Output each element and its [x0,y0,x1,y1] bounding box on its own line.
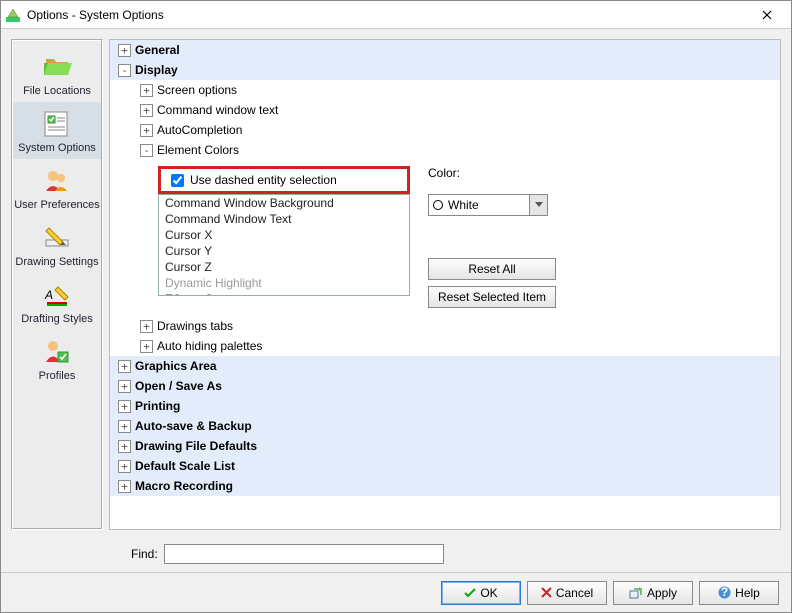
collapse-icon[interactable]: - [140,144,153,157]
user-icon [41,165,73,197]
chevron-down-icon [529,195,547,215]
tree-item-graphics-area[interactable]: + Graphics Area [110,356,780,376]
profile-icon [41,336,73,368]
list-item[interactable]: Cursor Y [159,243,409,259]
pencil-ruler-icon [41,222,73,254]
expand-icon[interactable]: + [118,420,131,433]
button-label: Cancel [556,586,593,600]
close-icon [762,10,772,20]
find-label: Find: [131,547,158,561]
sidebar-item-drawing-settings[interactable]: Drawing Settings [13,216,101,273]
folder-icon [41,51,73,83]
reset-all-button[interactable]: Reset All [428,258,556,280]
tree-item-auto-save-backup[interactable]: + Auto-save & Backup [110,416,780,436]
button-label: Help [735,586,760,600]
expand-icon[interactable]: + [118,460,131,473]
expand-icon[interactable]: + [140,104,153,117]
svg-text:A: A [44,288,53,302]
window-title: Options - System Options [27,8,747,22]
sidebar-item-label: User Preferences [13,199,101,212]
sidebar-item-file-locations[interactable]: File Locations [13,45,101,102]
expand-icon[interactable]: + [140,84,153,97]
list-item[interactable]: Cursor X [159,227,409,243]
tree-item-command-window-text[interactable]: + Command window text [110,100,780,120]
check-icon [464,587,476,599]
apply-icon [629,587,643,599]
expand-icon[interactable]: + [118,380,131,393]
options-icon [41,108,73,140]
options-tree-panel: + General - Display + Screen options + C… [109,39,781,530]
button-label: Apply [647,586,677,600]
x-icon [541,587,552,598]
dialog-footer: OK Cancel Apply ? Help [1,572,791,612]
sidebar-item-label: Drafting Styles [13,313,101,326]
reset-selected-button[interactable]: Reset Selected Item [428,286,556,308]
tree-item-open-save-as[interactable]: + Open / Save As [110,376,780,396]
use-dashed-entity-selection-checkbox[interactable] [171,174,184,187]
sidebar-item-system-options[interactable]: System Options [13,102,101,159]
expand-icon[interactable]: + [140,340,153,353]
find-row: Find: [1,540,791,572]
expand-icon[interactable]: + [118,440,131,453]
expand-icon[interactable]: + [118,480,131,493]
tree-item-general[interactable]: + General [110,40,780,60]
collapse-icon[interactable]: - [118,64,131,77]
help-icon: ? [718,586,731,599]
expand-icon[interactable]: + [118,400,131,413]
color-swatch-icon [433,200,443,210]
tree-item-macro-recording[interactable]: + Macro Recording [110,476,780,496]
cancel-button[interactable]: Cancel [527,581,607,605]
sidebar-item-label: File Locations [13,85,101,98]
list-item[interactable]: Dynamic Highlight [159,275,409,291]
tree-item-element-colors[interactable]: - Element Colors [110,140,780,160]
tree-item-default-scale-list[interactable]: + Default Scale List [110,456,780,476]
tree-item-display[interactable]: - Display [110,60,780,80]
dialog-body: File Locations System Options User Prefe… [1,29,791,540]
sidebar-item-label: System Options [13,142,101,155]
sidebar-item-profiles[interactable]: Profiles [13,330,101,387]
category-sidebar: File Locations System Options User Prefe… [11,39,103,530]
color-label: Color: [428,166,460,180]
list-item[interactable]: Command Window Text [159,211,409,227]
expand-icon[interactable]: + [140,124,153,137]
svg-text:?: ? [721,586,728,599]
sidebar-item-user-preferences[interactable]: User Preferences [13,159,101,216]
text-style-icon: A [41,279,73,311]
close-button[interactable] [747,1,787,28]
help-button[interactable]: ? Help [699,581,779,605]
apply-button[interactable]: Apply [613,581,693,605]
sidebar-item-drafting-styles[interactable]: A Drafting Styles [13,273,101,330]
tree-item-printing[interactable]: + Printing [110,396,780,416]
use-dashed-entity-selection-row: Use dashed entity selection [158,166,410,194]
tree-item-drawings-tabs[interactable]: + Drawings tabs [110,316,780,336]
color-dropdown[interactable]: White [428,194,548,216]
sidebar-item-label: Profiles [13,370,101,383]
list-item[interactable]: ESnap Cue [159,291,409,296]
button-label: OK [480,586,497,600]
expand-icon[interactable]: + [118,360,131,373]
title-bar: Options - System Options [1,1,791,29]
ok-button[interactable]: OK [441,581,521,605]
checkbox-label: Use dashed entity selection [190,173,337,187]
find-input[interactable] [164,544,444,564]
tree-item-auto-hiding-palettes[interactable]: + Auto hiding palettes [110,336,780,356]
tree-item-screen-options[interactable]: + Screen options [110,80,780,100]
app-icon [5,7,21,23]
color-value: White [448,198,479,212]
list-item[interactable]: Command Window Background [159,195,409,211]
element-colors-group: Use dashed entity selection Color: [158,166,780,194]
sidebar-item-label: Drawing Settings [13,256,101,269]
expand-icon[interactable]: + [118,44,131,57]
tree-item-autocompletion[interactable]: + AutoCompletion [110,120,780,140]
list-item[interactable]: Cursor Z [159,259,409,275]
element-colors-listbox[interactable]: Command Window Background Command Window… [158,194,410,296]
options-dialog: Options - System Options File Locations … [0,0,792,613]
options-tree: + General - Display + Screen options + C… [110,40,780,529]
expand-icon[interactable]: + [140,320,153,333]
tree-item-drawing-file-defaults[interactable]: + Drawing File Defaults [110,436,780,456]
